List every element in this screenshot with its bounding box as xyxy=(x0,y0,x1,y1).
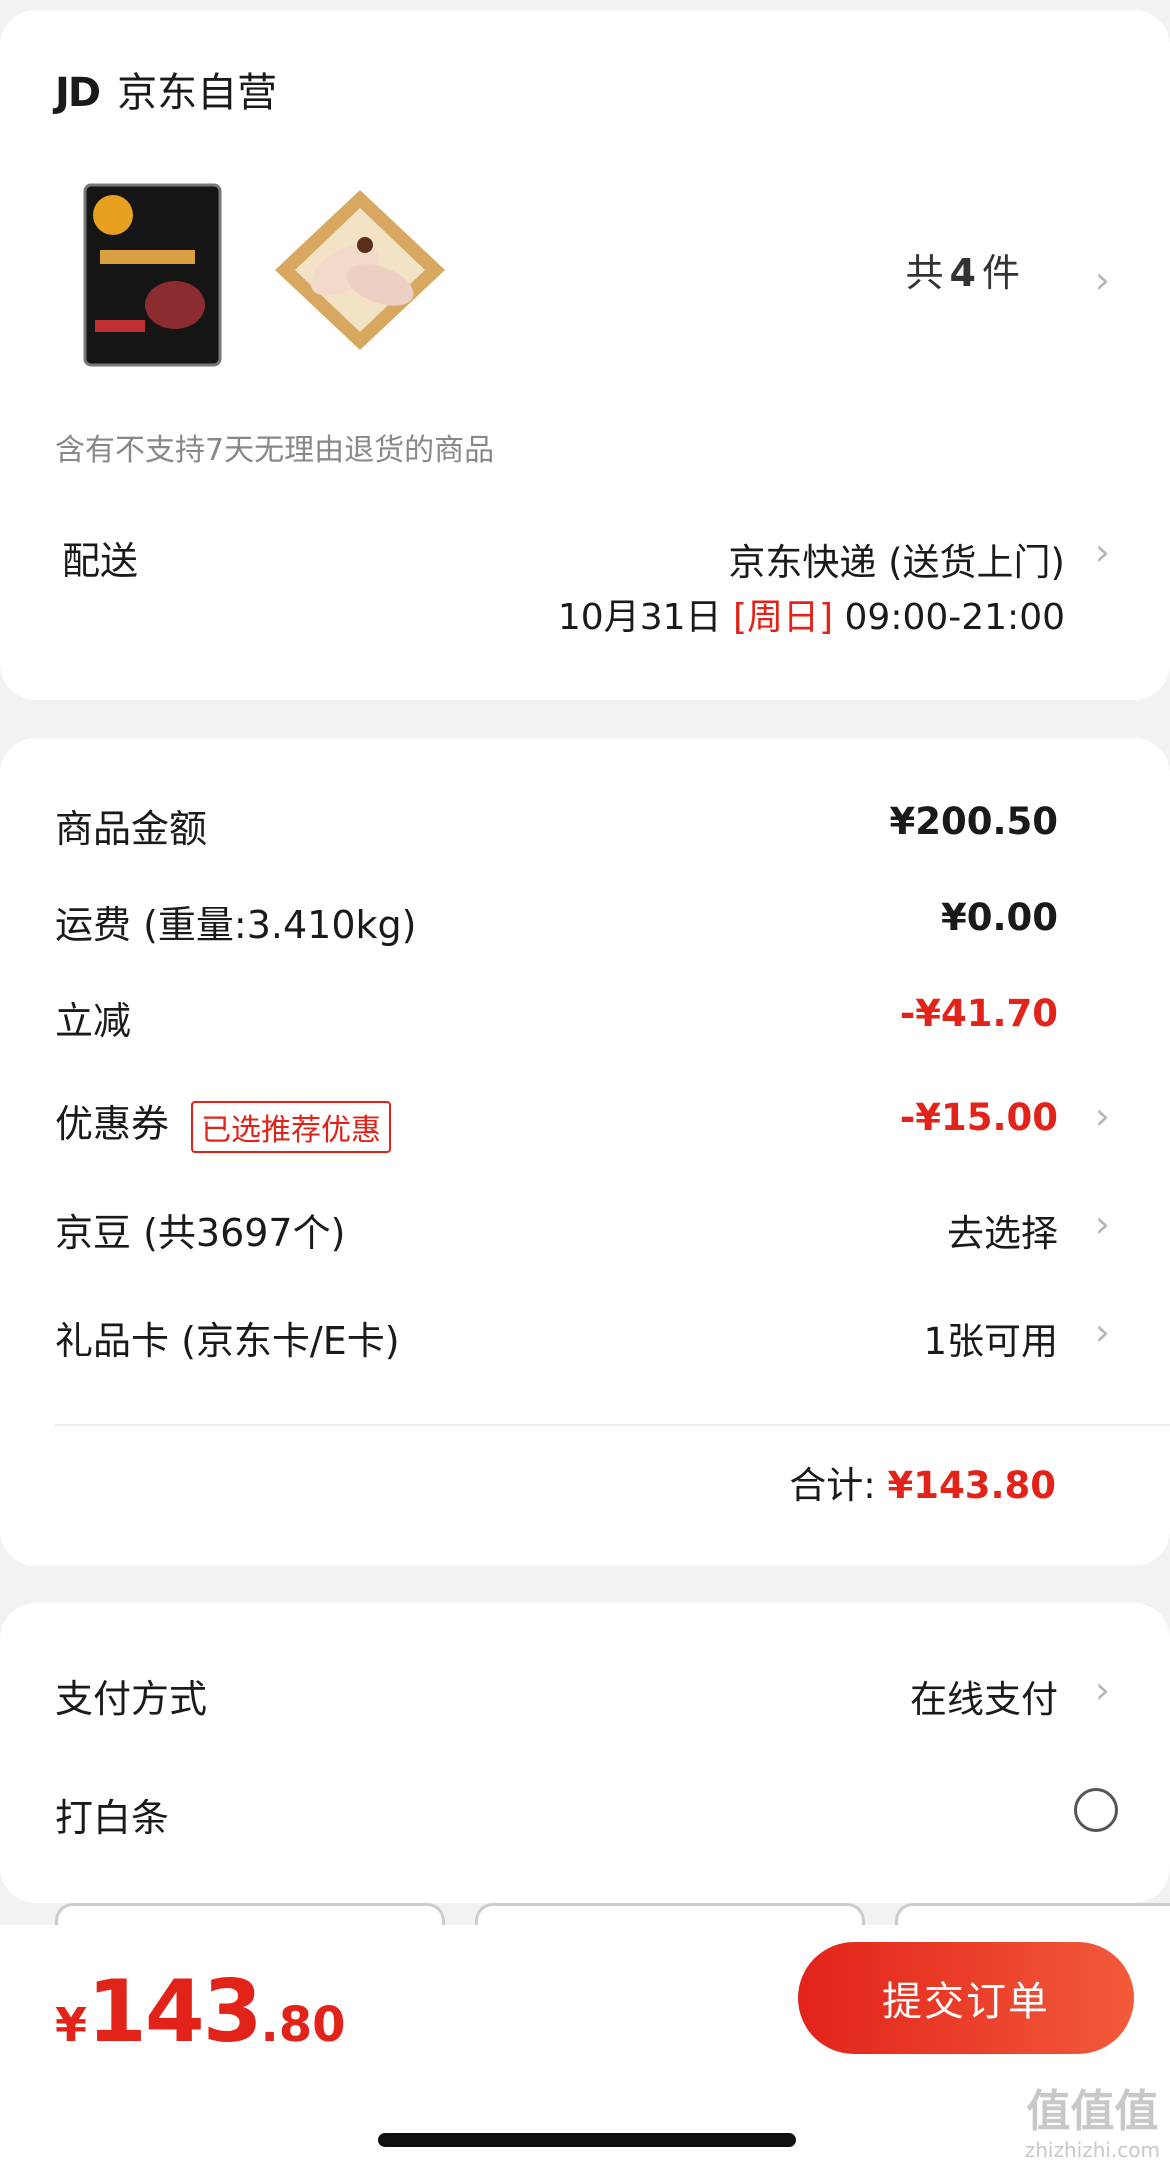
checkout-amount-integer: 143 xyxy=(87,1962,263,2062)
baitiao-radio[interactable] xyxy=(1074,1788,1118,1832)
coupon-chevron-icon[interactable]: › xyxy=(1095,1094,1110,1138)
payment-card xyxy=(0,1603,1170,1903)
baitiao-label: 打白条 xyxy=(55,1796,170,1840)
home-indicator[interactable] xyxy=(378,2133,796,2147)
order-total-label: 合计: xyxy=(789,1464,876,1507)
submit-order-button[interactable]: 提交订单 xyxy=(798,1942,1134,2054)
delivery-method[interactable]: 京东快递 (送货上门) xyxy=(728,532,1065,586)
checkout-total: ¥143.80 xyxy=(55,1962,346,2062)
jingdou-label[interactable]: 京豆 (共3697个) xyxy=(55,1202,345,1257)
watermark-logo: 值值值 zhizhizhi.com xyxy=(1024,2086,1160,2162)
jd-logo: JD xyxy=(55,70,101,116)
giftcard-available[interactable]: 1张可用 xyxy=(923,1311,1058,1365)
instant-discount-value: -¥41.70 xyxy=(899,992,1058,1035)
payment-method-label: 支付方式 xyxy=(55,1677,208,1721)
coupon-row[interactable]: 优惠券 已选推荐优惠 xyxy=(55,1093,392,1153)
checkout-amount-decimal: .80 xyxy=(260,1997,346,2053)
shop-name: 京东自营 xyxy=(117,70,278,116)
coupon-recommended-tag: 已选推荐优惠 xyxy=(191,1100,392,1153)
return-policy-notice: 含有不支持7天无理由退货的商品 xyxy=(55,433,495,468)
chicken-product-thumbnail[interactable] xyxy=(270,170,450,370)
coupon-label: 优惠券 xyxy=(55,1102,170,1146)
giftcard-label[interactable]: 礼品卡 (京东卡/E卡) xyxy=(55,1310,400,1365)
payment-method-value[interactable]: 在线支付 xyxy=(910,1669,1058,1723)
home-indicator-area xyxy=(0,2075,1170,2175)
payment-method-chevron-icon[interactable]: › xyxy=(1095,1668,1110,1712)
item-count[interactable]: 共4件 xyxy=(906,242,1020,297)
shipping-fee-label: 运费 (重量:3.410kg) xyxy=(55,903,417,947)
delivery-weekday: [周日] xyxy=(732,597,834,638)
delivery-time: 09:00-21:00 xyxy=(844,597,1065,638)
jingdou-select[interactable]: 去选择 xyxy=(947,1203,1058,1257)
price-divider xyxy=(55,1424,1170,1426)
shop-header: JD 京东自营 xyxy=(55,60,277,118)
jingdou-chevron-icon[interactable]: › xyxy=(1095,1202,1110,1246)
goods-amount-label: 商品金额 xyxy=(55,807,208,851)
delivery-date: 10月31日 xyxy=(557,597,722,638)
delivery-chevron-icon[interactable]: › xyxy=(1095,530,1110,574)
delivery-time-slot[interactable]: 10月31日 [周日] 09:00-21:00 xyxy=(558,588,1065,640)
order-total: 合计: ¥143.80 xyxy=(789,1455,1056,1509)
beef-product-thumbnail[interactable] xyxy=(65,170,245,370)
order-total-value: ¥143.80 xyxy=(887,1464,1056,1507)
coupon-value[interactable]: -¥15.00 xyxy=(900,1096,1058,1139)
checkout-yen-symbol: ¥ xyxy=(55,1998,88,2052)
delivery-label: 配送 xyxy=(62,539,139,583)
shipping-fee-value: ¥0.00 xyxy=(940,896,1058,939)
giftcard-chevron-icon[interactable]: › xyxy=(1095,1310,1110,1354)
instant-discount-label: 立减 xyxy=(55,999,132,1043)
goods-amount-value: ¥200.50 xyxy=(889,800,1058,843)
item-count-chevron-icon[interactable]: › xyxy=(1095,258,1110,302)
